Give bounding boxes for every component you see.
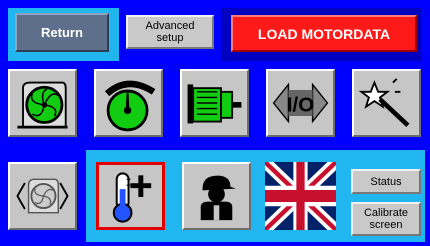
io-button[interactable]: I/O [266,69,335,137]
advanced-setup-button[interactable]: Advanced setup [126,15,214,49]
advanced-setup-label: Advanced setup [145,20,195,44]
motor-button[interactable] [180,69,249,137]
user-settings-icon [200,175,236,221]
fan-button[interactable] [8,69,77,137]
magic-wand-icon [358,78,410,127]
speedometer-icon [104,80,156,132]
fan-outline-button[interactable] [8,162,77,230]
motor-icon [187,84,242,124]
load-motordata-button[interactable]: LOAD MOTORDATA [231,15,417,52]
user-settings-button[interactable] [182,162,251,230]
svg-text:I/O: I/O [287,94,314,116]
uk-flag-icon [265,162,336,230]
temperature-button[interactable] [96,162,165,230]
calibrate-screen-button[interactable]: Calibrate screen [351,202,421,236]
fan-outline-icon [16,178,69,214]
io-icon: I/O [272,82,329,124]
return-button[interactable]: Return [15,13,109,52]
status-button[interactable]: Status [351,169,421,194]
return-label: Return [41,25,83,40]
wizard-button[interactable] [352,69,421,137]
calibrate-label: Calibrate screen [363,207,409,231]
language-button[interactable] [265,162,336,230]
load-motordata-label: LOAD MOTORDATA [257,25,391,42]
speed-button[interactable] [94,69,163,137]
thermometer-plus-icon [112,172,152,223]
status-label: Status [370,175,402,188]
fan-icon [17,81,68,129]
